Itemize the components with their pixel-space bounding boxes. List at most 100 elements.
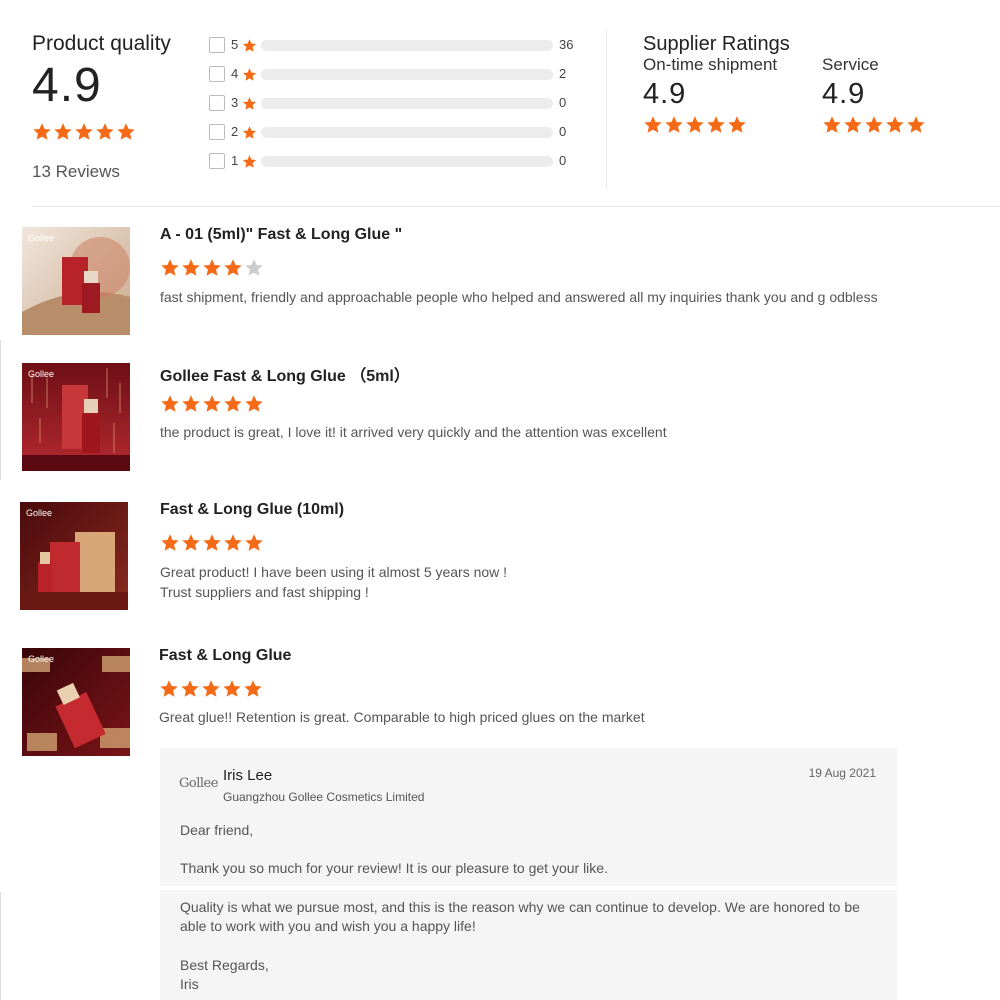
product-quality-stars: [32, 122, 137, 146]
star-icon: [32, 122, 52, 141]
checkbox-icon[interactable]: [209, 124, 225, 140]
review-text-line: Trust suppliers and fast shipping !: [160, 584, 369, 600]
review-stars: [160, 258, 265, 282]
reply-company[interactable]: Guangzhou Gollee Cosmetics Limited: [223, 790, 424, 804]
star-icon: [727, 115, 747, 134]
star-icon: [664, 115, 684, 134]
star-icon: [202, 258, 222, 277]
rating-count: 2: [559, 66, 567, 81]
star-icon: [885, 115, 905, 134]
star-icon: [242, 67, 257, 82]
star-icon: [74, 122, 94, 141]
star-icon: [181, 533, 201, 552]
vertical-divider: [606, 30, 607, 188]
review-text: fast shipment, friendly and approachable…: [160, 289, 878, 305]
review-text-line: Great product! I have been using it almo…: [160, 564, 508, 580]
product-quality-label: Product quality: [32, 32, 171, 55]
rating-filter-row[interactable]: 2 0: [209, 123, 589, 143]
rating-filter-row[interactable]: 1 0: [209, 152, 589, 172]
service-score: 4.9: [822, 78, 866, 110]
star-icon: [242, 154, 257, 169]
rating-count: 0: [559, 124, 567, 139]
service-label: Service: [822, 55, 879, 74]
thumb-brand: Gollee: [28, 654, 54, 664]
review-text: Great product! I have been using it almo…: [160, 562, 880, 602]
horizontal-divider: [32, 206, 1000, 207]
rating-star-number: 3: [231, 95, 239, 110]
rating-bar: [261, 127, 553, 138]
rating-filter-row[interactable]: 4 2: [209, 65, 589, 85]
star-icon: [242, 125, 257, 140]
review-title[interactable]: Fast & Long Glue: [159, 647, 291, 665]
checkbox-icon[interactable]: [209, 95, 225, 111]
star-icon: [864, 115, 884, 134]
supplier-ratings-label: Supplier Ratings: [643, 33, 790, 55]
reply-author-name: Iris Lee: [223, 767, 273, 784]
star-icon: [202, 394, 222, 413]
rating-star-number: 2: [231, 124, 239, 139]
star-icon: [159, 679, 179, 698]
star-icon: [222, 679, 242, 698]
review-stars: [160, 533, 265, 557]
rating-filter-row[interactable]: 3 0: [209, 94, 589, 114]
product-quality-score: 4.9: [32, 59, 102, 112]
on-time-shipment-stars: [643, 115, 777, 139]
review-product-image[interactable]: Gollee: [22, 648, 130, 756]
star-icon: [685, 115, 705, 134]
star-icon: [180, 679, 200, 698]
star-icon: [223, 258, 243, 277]
on-time-shipment-label: On-time shipment: [643, 55, 778, 74]
rating-count: 36: [559, 37, 574, 52]
reply-signature: Iris: [180, 976, 199, 992]
reply-separator: [160, 886, 897, 890]
star-icon: [906, 115, 926, 134]
reviews-count[interactable]: 13 Reviews: [32, 162, 120, 182]
side-divider: [0, 340, 1, 480]
star-icon: [160, 394, 180, 413]
rating-bar: [261, 98, 553, 109]
thumb-brand: Gollee: [26, 508, 52, 518]
star-icon: [160, 533, 180, 552]
supplier-logo: Gollee: [179, 776, 218, 791]
reply-date: 19 Aug 2021: [808, 766, 876, 780]
checkbox-icon[interactable]: [209, 37, 225, 53]
star-icon: [53, 122, 73, 141]
review-product-image[interactable]: Gollee: [22, 363, 130, 471]
service-rating: Service 4.9: [822, 55, 927, 139]
on-time-shipment-score: 4.9: [643, 78, 687, 110]
star-icon: [643, 115, 663, 134]
star-icon: [116, 122, 136, 141]
star-icon: [244, 258, 264, 277]
review-product-image[interactable]: Gollee: [22, 227, 130, 335]
star-icon: [242, 96, 257, 111]
star-icon: [202, 533, 222, 552]
checkbox-icon[interactable]: [209, 66, 225, 82]
side-divider: [0, 892, 1, 1000]
rating-star-number: 1: [231, 153, 239, 168]
rating-count: 0: [559, 95, 567, 110]
review-title[interactable]: A - 01 (5ml)" Fast & Long Glue ": [160, 226, 402, 244]
rating-star-number: 5: [231, 37, 239, 52]
review-title[interactable]: Gollee Fast & Long Glue （5ml）: [160, 362, 410, 386]
review-stars: [160, 394, 265, 418]
star-icon: [223, 533, 243, 552]
rating-filter-row[interactable]: 5 36: [209, 36, 589, 56]
star-icon: [244, 394, 264, 413]
review-title[interactable]: Fast & Long Glue (10ml): [160, 501, 344, 519]
service-stars: [822, 115, 927, 139]
review-product-image[interactable]: Gollee: [20, 502, 128, 610]
star-icon: [181, 258, 201, 277]
rating-bar: [261, 40, 553, 51]
thumb-brand: Gollee: [28, 369, 54, 379]
thumb-brand: Gollee: [28, 233, 54, 243]
star-icon: [201, 679, 221, 698]
review-stars: [159, 679, 264, 703]
rating-count: 0: [559, 153, 567, 168]
checkbox-icon[interactable]: [209, 153, 225, 169]
reply-sign-off: Best Regards,: [180, 957, 269, 973]
rating-star-number: 4: [231, 66, 239, 81]
star-icon: [822, 115, 842, 134]
star-icon: [243, 679, 263, 698]
star-icon: [223, 394, 243, 413]
star-icon: [242, 38, 257, 53]
